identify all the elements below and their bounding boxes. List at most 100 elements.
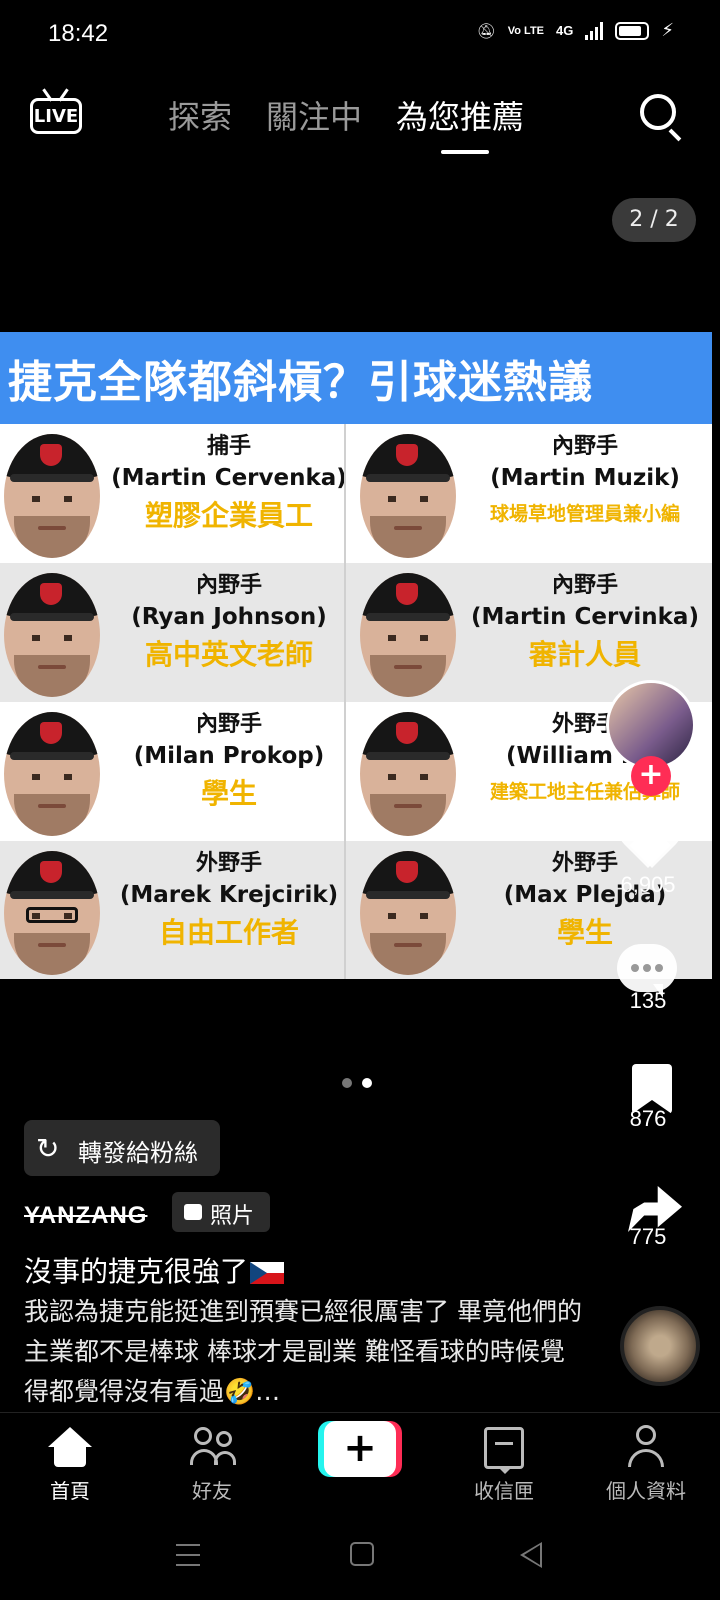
- friends-icon: [190, 1427, 236, 1467]
- grid-divider: [344, 424, 346, 979]
- player-photo: [4, 573, 100, 697]
- battery-icon: [615, 21, 650, 40]
- back-icon[interactable]: [520, 1542, 542, 1568]
- caption-title-text: 沒事的捷克很強了: [24, 1255, 249, 1288]
- status-time: 18:42: [48, 20, 109, 47]
- player-occupation: 審計人員: [528, 638, 641, 671]
- image-title-banner: 捷克全隊都斜槓？引球迷熱議: [0, 332, 712, 424]
- player-occupation: 建築工地主任兼估算師: [489, 781, 680, 803]
- nav-home-label: 首頁: [50, 1479, 90, 1503]
- feed-tabs: 探索 關注中 為您推薦: [168, 92, 524, 154]
- nav-friends-label: 好友: [192, 1479, 232, 1503]
- player-position: 內野手: [551, 434, 618, 459]
- signal-icon: [585, 21, 604, 40]
- nav-profile-label: 個人資料: [606, 1479, 686, 1503]
- share-count: 775: [629, 1224, 667, 1249]
- player-info: 捕手 (Martin Cervenka) 塑膠企業員工: [104, 432, 354, 538]
- repost-label: 轉發給粉絲: [78, 1139, 198, 1167]
- nav-home[interactable]: 首頁: [10, 1423, 130, 1504]
- 4g-signal-icon: 4G: [556, 23, 574, 38]
- create-plus-icon: +: [324, 1421, 396, 1477]
- player-name: (Martin Cervenka): [111, 465, 347, 491]
- player-card: 內野手 (Martin Muzik) 球場草地管理員兼小編: [356, 424, 712, 563]
- player-occupation: 球場草地管理員兼小編: [489, 503, 680, 525]
- player-occupation: 自由工作者: [158, 916, 299, 949]
- czech-flag-icon: [250, 1262, 285, 1284]
- create-button[interactable]: +: [318, 1421, 402, 1477]
- player-position: 捕手: [206, 434, 251, 459]
- author-name[interactable]: YANZANG: [24, 1202, 147, 1230]
- player-position: 內野手: [551, 573, 618, 598]
- player-photo: [360, 434, 456, 558]
- tab-for-you[interactable]: 為您推薦: [396, 92, 524, 154]
- media-type-badge: 照片: [172, 1192, 270, 1232]
- search-icon[interactable]: [640, 94, 684, 142]
- repost-button[interactable]: ↻ 轉發給粉絲: [24, 1120, 220, 1176]
- system-home-icon[interactable]: [350, 1542, 374, 1566]
- player-photo: [360, 712, 456, 836]
- player-photo: [4, 712, 100, 836]
- player-photo: [360, 851, 456, 975]
- player-card: 外野手 (Marek Krejcirik) 自由工作者: [0, 841, 356, 979]
- player-photo: [4, 851, 100, 975]
- player-card: 捕手 (Martin Cervenka) 塑膠企業員工: [0, 424, 356, 563]
- follow-button[interactable]: +: [631, 756, 671, 796]
- player-info: 外野手 (Marek Krejcirik) 自由工作者: [104, 849, 354, 955]
- profile-icon: [626, 1425, 666, 1469]
- music-disc[interactable]: [620, 1306, 700, 1386]
- live-tv-icon: LIVE: [30, 98, 82, 134]
- player-name: (Marek Krejcirik): [119, 882, 339, 908]
- mute-icon: 🔕︎: [476, 22, 496, 40]
- status-bar: 18:42 🔕︎ Vo LTE 4G ⚡︎: [0, 0, 720, 70]
- player-position: 內野手: [195, 712, 262, 737]
- caption-body[interactable]: 我認為捷克能挺進到預賽已經很厲害了 畢竟他們的主業都不是棒球 棒球才是副業 難怪…: [24, 1292, 584, 1412]
- nav-profile[interactable]: 個人資料: [586, 1423, 706, 1504]
- carousel-dots: [342, 1078, 372, 1088]
- media-type-label: 照片: [210, 1204, 255, 1229]
- system-nav-bar: [0, 1522, 720, 1600]
- tab-explore[interactable]: 探索: [168, 92, 232, 138]
- home-icon: [48, 1427, 92, 1467]
- photo-icon: [184, 1204, 202, 1220]
- live-label: LIVE: [33, 106, 79, 127]
- player-name: (Ryan Johnson): [131, 604, 327, 630]
- carousel-dot-1: [342, 1078, 352, 1088]
- player-info: 內野手 (Ryan Johnson) 高中英文老師: [104, 571, 354, 677]
- save-count: 876: [629, 1106, 667, 1131]
- player-occupation: 高中英文老師: [144, 638, 313, 671]
- image-title: 捷克全隊都斜槓？引球迷熱議: [8, 357, 593, 408]
- bottom-nav: 首頁 好友 + 收信匣 個人資料: [0, 1412, 720, 1522]
- repost-icon: ↻: [36, 1132, 60, 1165]
- player-occupation: 塑膠企業員工: [144, 499, 313, 532]
- recent-apps-icon[interactable]: [176, 1544, 200, 1566]
- player-photo: [4, 434, 100, 558]
- player-name: (Martin Cervinka): [471, 604, 699, 630]
- player-occupation: 學生: [200, 777, 257, 810]
- live-button[interactable]: LIVE: [30, 88, 82, 134]
- nav-inbox[interactable]: 收信匣: [444, 1423, 564, 1504]
- charging-icon: ⚡︎: [661, 20, 674, 40]
- image-pager: 2 / 2: [612, 198, 696, 242]
- player-info: 內野手 (Milan Prokop) 學生: [104, 710, 354, 816]
- nav-friends[interactable]: 好友: [152, 1423, 272, 1504]
- comment-count: 135: [629, 988, 667, 1013]
- like-count: 6,905: [620, 872, 676, 897]
- player-card: 內野手 (Milan Prokop) 學生: [0, 702, 356, 841]
- nav-inbox-label: 收信匣: [474, 1479, 534, 1503]
- player-position: 內野手: [195, 573, 262, 598]
- player-card: 內野手 (Ryan Johnson) 高中英文老師: [0, 563, 356, 702]
- like-heart-icon[interactable]: [620, 818, 680, 872]
- player-occupation: 學生: [556, 916, 613, 949]
- carousel-dot-2: [362, 1078, 372, 1088]
- tab-following[interactable]: 關注中: [266, 92, 362, 138]
- status-icons: 🔕︎ Vo LTE 4G ⚡︎: [477, 20, 674, 41]
- player-name: (Martin Muzik): [490, 465, 680, 491]
- inbox-icon: [484, 1427, 524, 1474]
- player-photo: [360, 573, 456, 697]
- comment-icon[interactable]: [617, 944, 677, 998]
- player-info: 內野手 (Martin Cervinka) 審計人員: [460, 571, 710, 677]
- player-name: (Milan Prokop): [133, 743, 325, 769]
- volte-icon: Vo LTE: [507, 24, 545, 37]
- caption-title: 沒事的捷克很強了: [24, 1250, 285, 1290]
- player-position: 外野手: [195, 851, 262, 876]
